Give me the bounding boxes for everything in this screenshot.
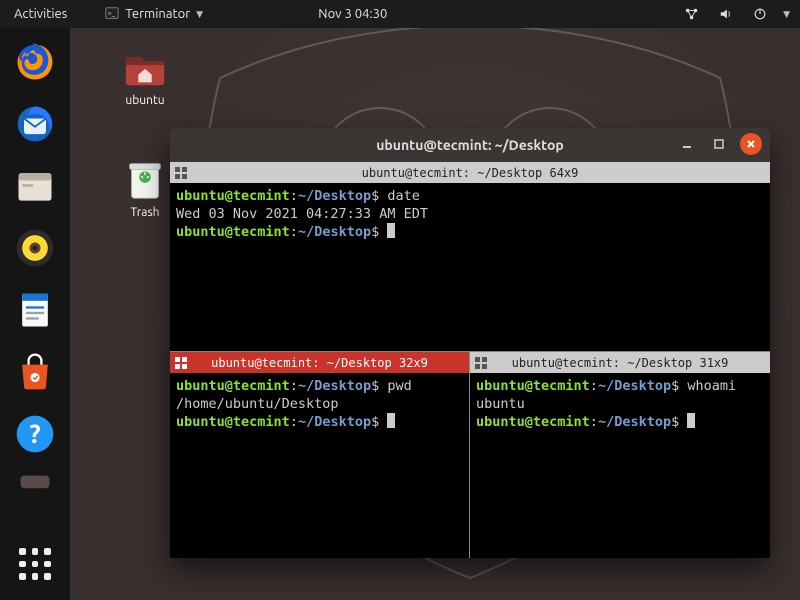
- window-titlebar[interactable]: ubuntu@tecmint: ~/Desktop: [170, 128, 770, 162]
- dock-firefox[interactable]: [11, 38, 59, 86]
- desktop-icon-home-label: ubuntu: [105, 94, 185, 107]
- dock-software[interactable]: [11, 348, 59, 396]
- split-controls[interactable]: [474, 356, 488, 370]
- files-icon: [13, 164, 57, 208]
- split-grid-icon: [474, 356, 488, 370]
- minimize-icon: [681, 138, 693, 150]
- window-title: ubuntu@tecmint: ~/Desktop: [376, 137, 564, 153]
- split-controls[interactable]: [174, 356, 188, 370]
- dock: ?: [0, 28, 70, 600]
- show-applications-button[interactable]: [11, 540, 59, 588]
- close-icon: [745, 138, 757, 150]
- terminator-window[interactable]: ubuntu@tecmint: ~/Desktop: [170, 128, 770, 558]
- cursor: [387, 223, 395, 238]
- split-grid-icon: [174, 166, 188, 180]
- dock-thunderbird[interactable]: [11, 100, 59, 148]
- split-controls[interactable]: [174, 166, 188, 180]
- pane-header-top[interactable]: ubuntu@tecmint: ~/Desktop 64x9: [170, 162, 770, 183]
- help-icon: ?: [13, 412, 57, 456]
- window-maximize-button[interactable]: [708, 133, 730, 155]
- power-icon[interactable]: [749, 7, 771, 21]
- dock-files[interactable]: [11, 162, 59, 210]
- terminal-pane-top[interactable]: ubuntu@tecmint: ~/Desktop 64x9 ubuntu@te…: [170, 162, 770, 352]
- top-panel: Activities >_ Terminator ▼ Nov 3 04:30 ▼: [0, 0, 800, 28]
- svg-text:>_: >_: [108, 9, 116, 17]
- shopping-bag-icon: [13, 350, 57, 394]
- activities-label: Activities: [14, 7, 67, 21]
- dock-help[interactable]: ?: [11, 410, 59, 458]
- terminal-output-top[interactable]: ubuntu@tecmint:~/Desktop$ date Wed 03 No…: [170, 183, 770, 245]
- terminal-pane-bottom-left[interactable]: ubuntu@tecmint: ~/Desktop 32x9 ubuntu@te…: [170, 352, 470, 558]
- pane-header-bl[interactable]: ubuntu@tecmint: ~/Desktop 32x9: [170, 352, 469, 373]
- app-menu-button[interactable]: >_ Terminator ▼: [101, 6, 207, 23]
- pane-header-br-text: ubuntu@tecmint: ~/Desktop 31x9: [512, 356, 729, 370]
- cursor: [687, 413, 695, 428]
- pane-header-top-text: ubuntu@tecmint: ~/Desktop 64x9: [362, 166, 579, 180]
- dock-writer[interactable]: [11, 286, 59, 334]
- firefox-icon: [13, 40, 57, 84]
- terminal-icon: >_: [105, 6, 119, 23]
- pane-header-bl-text: ubuntu@tecmint: ~/Desktop 32x9: [211, 356, 428, 370]
- music-icon: [13, 226, 57, 270]
- cursor: [387, 413, 395, 428]
- activities-button[interactable]: Activities: [10, 7, 71, 21]
- system-menu-chevron-icon[interactable]: ▼: [783, 9, 790, 20]
- split-grid-icon: [174, 356, 188, 370]
- dock-overflow[interactable]: [11, 472, 59, 490]
- dock-rhythmbox[interactable]: [11, 224, 59, 272]
- pane-header-br[interactable]: ubuntu@tecmint: ~/Desktop 31x9: [470, 352, 770, 373]
- window-close-button[interactable]: [740, 133, 762, 155]
- terminal-output-bl[interactable]: ubuntu@tecmint:~/Desktop$ pwd /home/ubun…: [170, 373, 469, 435]
- desktop-icon-home[interactable]: ubuntu: [105, 44, 185, 107]
- network-icon[interactable]: [681, 7, 703, 21]
- terminal-output-br[interactable]: ubuntu@tecmint:~/Desktop$ whoami ubuntu …: [470, 373, 770, 435]
- app-menu-label: Terminator: [125, 7, 190, 21]
- trash-icon: [122, 156, 168, 202]
- maximize-icon: [713, 138, 725, 150]
- overflow-icon: [13, 472, 57, 490]
- terminal-panes: ubuntu@tecmint: ~/Desktop 64x9 ubuntu@te…: [170, 162, 770, 558]
- desktop[interactable]: ubuntu Trash ubuntu@tecmint: ~/Desktop: [70, 28, 800, 600]
- thunderbird-icon: [13, 102, 57, 146]
- window-minimize-button[interactable]: [676, 133, 698, 155]
- folder-home-icon: [122, 44, 168, 90]
- terminal-pane-bottom-right[interactable]: ubuntu@tecmint: ~/Desktop 31x9 ubuntu@te…: [470, 352, 770, 558]
- document-icon: [13, 288, 57, 332]
- chevron-down-icon: ▼: [196, 9, 203, 20]
- svg-text:?: ?: [29, 419, 40, 448]
- clock[interactable]: Nov 3 04:30: [207, 7, 498, 21]
- volume-icon[interactable]: [715, 7, 737, 21]
